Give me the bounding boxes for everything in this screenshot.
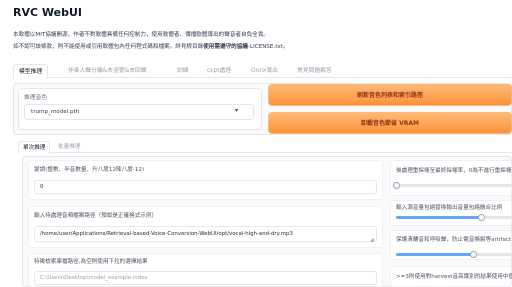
refresh-voice-list-button[interactable]: 刷新音色列表和索引路徑 — [268, 84, 512, 106]
voice-dropdown-value: trump_model.pth — [31, 109, 80, 115]
unload-voice-label: 卸載音色節省 VRAM — [361, 120, 419, 127]
tab-training[interactable]: 訓練 — [177, 64, 189, 78]
chevron-down-icon: ▾ — [235, 107, 239, 114]
tab-batch-inference[interactable]: 批量推理 — [58, 141, 80, 153]
rms-mix-label: 輸入源音量包絡替換輸出音量包絡融合比例 — [396, 205, 503, 211]
tab-faq[interactable]: 常見問題解答 — [297, 64, 332, 78]
protect-slider-fill — [396, 253, 473, 256]
license-filename: -LICENSE.txt。 — [247, 44, 289, 50]
disclaimer-text: 如不認可該條款，則不能使用或引用軟體包內任何程式碼和檔案。詳見根目錄 — [13, 44, 204, 50]
index-path-label: 特徵檢索庫檔路徑,為空則使用下拉的選擇結果 — [34, 259, 148, 265]
tab-ckpt-processing[interactable]: ckpt處理 — [207, 64, 231, 78]
audio-path-label: 輸入待處理音頻檔案路徑（預設是正確格式示例） — [34, 213, 158, 219]
tab-single-inference[interactable]: 單次推理 — [18, 141, 51, 154]
voice-label: 推理音色 — [24, 95, 48, 101]
main-tabs: 模型推理 伴奏人聲分離&去混響&去回聲 訓練 ckpt處理 Onnx導出 常見問… — [13, 64, 512, 79]
protect-label: 保護清輔音和呼吸聲，防止電音撕裂等artifact — [396, 237, 512, 243]
index-path-placeholder: C:\Users\Desktop\model_example.index — [40, 275, 148, 281]
resample-label: 後處理重採樣至最終採樣率，0為不進行重採樣 — [396, 168, 512, 174]
app-title: RVC WebUI — [13, 6, 82, 19]
tab-vocal-separation[interactable]: 伴奏人聲分離&去混響&去回聲 — [68, 64, 147, 78]
protect-slider-thumb[interactable] — [470, 251, 477, 258]
resample-slider[interactable] — [396, 184, 512, 187]
inference-subtabs: 單次推理 批量推理 — [18, 141, 512, 154]
resize-handle-icon[interactable]: ◢ — [370, 237, 374, 243]
audio-path-value: /home/user/Applications/Retrieval-based-… — [40, 231, 293, 237]
tab-onnx-export[interactable]: Onnx導出 — [251, 64, 278, 78]
disclaimer-line-2: 如不認可該條款，則不能使用或引用軟體包內任何程式碼和檔案。詳見根目錄使用需遵守的… — [13, 42, 289, 50]
rms-mix-slider-thumb[interactable] — [478, 214, 485, 221]
unload-voice-button[interactable]: 卸載音色節省 VRAM — [268, 112, 512, 134]
resample-slider-thumb[interactable] — [393, 182, 400, 189]
pitch-input[interactable] — [34, 180, 377, 194]
rms-mix-slider-fill — [396, 216, 481, 219]
license-link[interactable]: 使用需遵守的協議 — [203, 44, 248, 50]
refresh-voice-list-label: 刷新音色列表和索引路徑 — [356, 92, 423, 99]
pitch-label: 變調(整數、半音數量、升八度12降八度-12) — [34, 167, 145, 173]
tab-model-inference[interactable]: 模型推理 — [13, 64, 49, 79]
disclaimer-line-1: 本軟體以MIT協議開源，作者不對軟體具備任何控制力，使用軟體者、傳播軟體導出的聲… — [13, 32, 270, 38]
pitch-value: 0 — [40, 184, 44, 190]
filter-radius-label: >=3則使用對harvest音高識別的結果使用中值濾波 — [396, 274, 512, 280]
